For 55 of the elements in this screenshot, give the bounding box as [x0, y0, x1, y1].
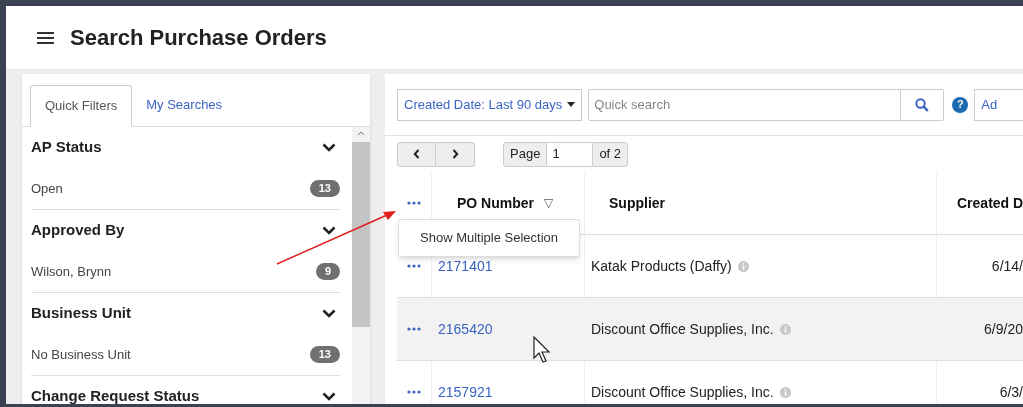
count-badge: 9 [315, 263, 340, 280]
count-badge: 13 [309, 180, 340, 197]
quick-search-field[interactable]: Quick search [588, 88, 902, 121]
chevron-left-icon [413, 149, 420, 159]
filter-group-title: Change Request Status [31, 386, 200, 404]
sort-icon[interactable]: ▽ [544, 194, 554, 212]
supplier-cell-text: Discount Office Supplies, Inc. [591, 319, 774, 339]
more-icon[interactable] [407, 264, 421, 268]
chevron-right-icon [451, 149, 459, 159]
created-date-cell-text: 6/3/ [999, 382, 1023, 402]
po-number-link[interactable]: 2165420 [438, 318, 493, 340]
chevron-down-icon[interactable] [322, 309, 336, 318]
filter-option[interactable]: Wilson, Brynn [31, 261, 112, 282]
info-icon [779, 386, 791, 398]
page-title: Search Purchase Orders [70, 24, 327, 52]
add-button[interactable]: Ad [974, 88, 1023, 121]
help-button[interactable]: ? [952, 96, 969, 113]
next-page-button[interactable] [436, 141, 475, 167]
scrollbar[interactable] [352, 127, 370, 404]
filter-group-title: AP Status [31, 137, 102, 158]
page-label: Page [503, 141, 548, 167]
caret-icon [567, 102, 576, 107]
created-date-cell-text: 6/14/ [991, 256, 1023, 276]
info-icon [737, 260, 749, 272]
more-icon[interactable] [407, 390, 421, 394]
filter-tab[interactable]: Quick Filters [30, 85, 133, 127]
info-icon [779, 323, 791, 335]
mouse-cursor-icon [533, 336, 553, 364]
po-number-link[interactable]: 2171401 [438, 255, 493, 277]
filter-tab[interactable]: My Searches [132, 84, 237, 126]
page-count-label: of 2 [592, 141, 629, 167]
supplier-cell-text: Katak Products (Daffy) [591, 256, 732, 276]
search-icon[interactable] [915, 97, 930, 112]
scroll-up-icon[interactable] [357, 131, 365, 136]
chevron-down-icon[interactable] [322, 392, 336, 401]
supplier-cell-text: Discount Office Supplies, Inc. [591, 382, 774, 402]
chevron-down-icon[interactable] [322, 143, 336, 152]
count-badge: 13 [309, 346, 340, 363]
filter-option[interactable]: No Business Unit [31, 344, 131, 365]
date-filter-dropdown[interactable]: Created Date: Last 90 days [397, 88, 583, 121]
filter-option[interactable]: Open [31, 178, 63, 199]
chevron-down-icon[interactable] [322, 226, 336, 235]
filter-group-title: Approved By [31, 220, 125, 241]
search-button[interactable] [901, 88, 945, 121]
filter-group-title: Business Unit [31, 303, 132, 324]
table-row[interactable]: 2165420 Discount Office Supplies, Inc. 6/9/20 [397, 298, 1023, 361]
more-icon[interactable] [407, 201, 421, 205]
menu-icon[interactable] [37, 31, 54, 44]
po-number-link[interactable]: 2157921 [438, 381, 493, 403]
column-header[interactable]: Supplier [609, 192, 665, 214]
column-header[interactable]: PO Number [457, 192, 534, 214]
column-header[interactable]: Created D [957, 192, 1023, 214]
created-date-cell-text: 6/9/20 [984, 319, 1023, 339]
previous-page-button[interactable] [397, 141, 436, 167]
more-icon[interactable] [407, 327, 421, 331]
